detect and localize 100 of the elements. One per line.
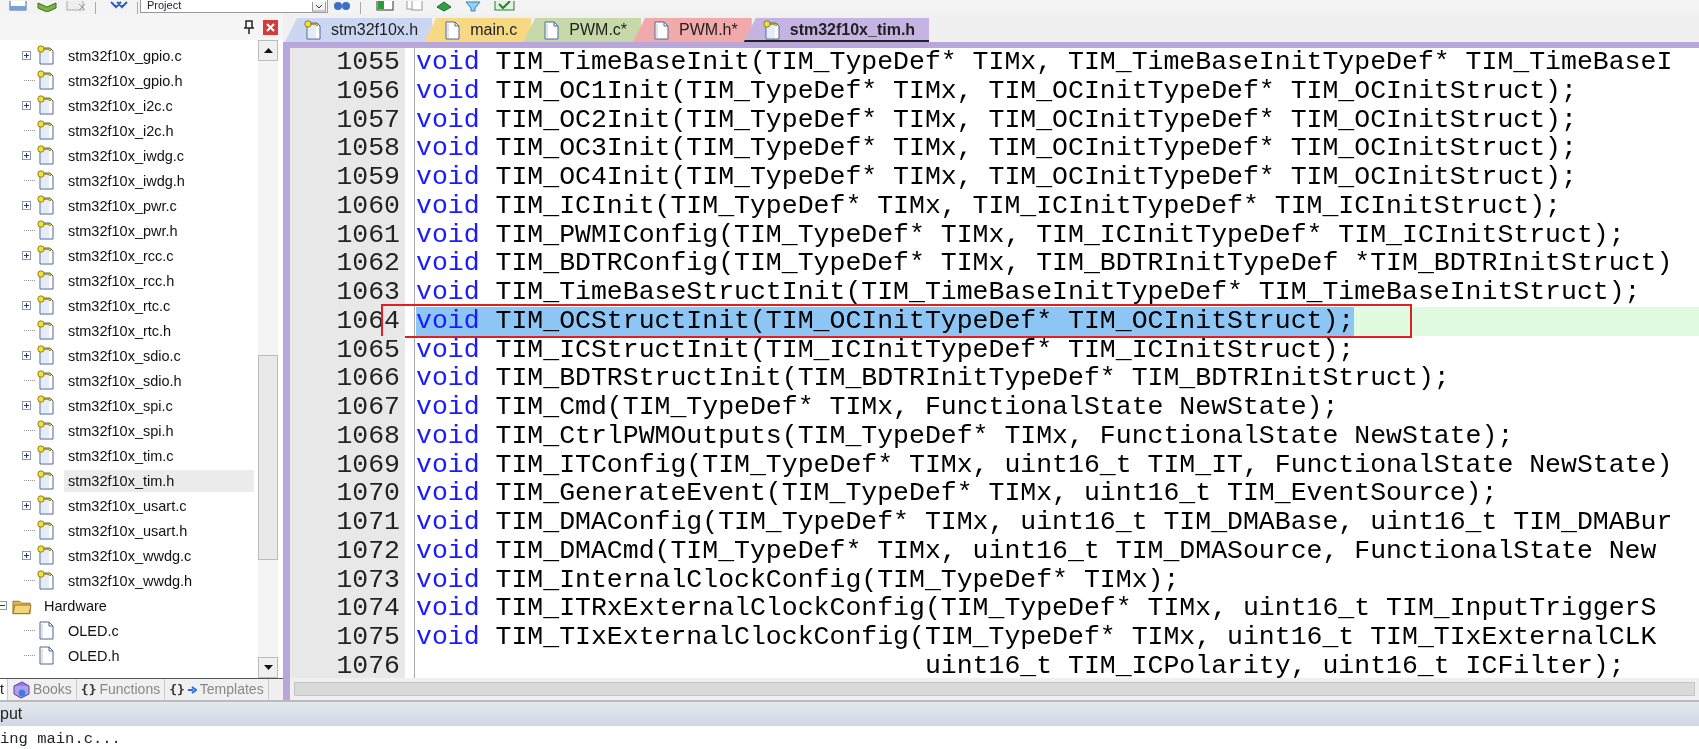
close-button[interactable] <box>263 19 278 35</box>
line-number: 1057 <box>290 105 405 135</box>
key-file-icon <box>36 370 56 391</box>
tree-item[interactable]: stm32f10x_gpio.h <box>64 69 187 92</box>
code-line: void TIM_TimeBaseStructInit(TIM_TimeBaseInitTypeDef* TIM_TimeBaseInitStruct); <box>416 278 1641 307</box>
tree-item[interactable]: stm32f10x_sdio.h <box>64 369 186 392</box>
editor-tab[interactable]: main.c <box>424 18 532 42</box>
tree-item[interactable]: OLED.h <box>64 644 124 667</box>
line-number: 1061 <box>290 220 405 250</box>
tree-item[interactable]: stm32f10x_rcc.c <box>64 244 178 267</box>
book-stack-icon[interactable] <box>37 1 58 12</box>
tree-item[interactable]: stm32f10x_rcc.h <box>64 269 179 292</box>
expand-icon[interactable] <box>22 201 31 210</box>
vertical-scrollbar[interactable] <box>258 40 278 678</box>
key-file-icon <box>36 570 56 591</box>
expand-icon[interactable] <box>22 251 31 260</box>
line-number: 1056 <box>290 76 405 106</box>
tree-item[interactable]: stm32f10x_spi.h <box>64 419 178 442</box>
panel-tab[interactable]: t <box>0 679 8 700</box>
line-number: 1063 <box>290 278 405 307</box>
tree-item[interactable]: Hardware <box>40 594 111 617</box>
file-icon <box>36 620 56 641</box>
project-select[interactable]: Project <box>140 0 328 13</box>
key-file-icon <box>36 195 56 216</box>
code-line: void TIM_OC1Init(TIM_TypeDef* TIMx, TIM_OCInitTypeDef* TIM_OCInitStruct); <box>416 76 1577 106</box>
expand-icon[interactable] <box>22 51 31 60</box>
code-line: void TIM_OC2Init(TIM_TypeDef* TIMx, TIM_OCInitTypeDef* TIM_OCInitStruct); <box>416 105 1577 135</box>
line-number: 1067 <box>290 393 405 422</box>
expand-icon[interactable] <box>22 101 31 110</box>
key-file-icon <box>36 520 56 541</box>
line-number: 1070 <box>290 479 405 508</box>
window-icon[interactable] <box>376 1 397 12</box>
code-line: void TIM_GenerateEvent(TIM_TypeDef* TIMx, uint16_t TIM_EventSource); <box>416 479 1498 508</box>
expand-icon[interactable] <box>22 151 31 160</box>
line-number: 1055 <box>290 48 405 77</box>
code-line: void TIM_TimeBaseInit(TIM_TypeDef* TIMx, TIM_TimeBaseInitTypeDef* TIM_TimeBaseI <box>416 48 1673 77</box>
tree-item[interactable]: stm32f10x_iwdg.c <box>64 144 189 167</box>
close-icon <box>266 22 275 32</box>
key-file-icon <box>36 145 56 166</box>
tree-item[interactable]: stm32f10x_pwr.h <box>64 219 182 242</box>
expand-icon[interactable] <box>22 301 31 310</box>
tree-item[interactable]: stm32f10x_rtc.h <box>64 319 176 342</box>
code-line: void TIM_DMACmd(TIM_TypeDef* TIMx, uint16_t TIM_DMASource, FunctionalState New <box>416 536 1657 566</box>
code-line: void TIM_CtrlPWMOutputs(TIM_TypeDef* TIMx, FunctionalState NewState); <box>416 421 1514 451</box>
book-icon <box>11 680 30 699</box>
code-line: void TIM_ITRxExternalClockConfig(TIM_TypeDef* TIMx, uint16_t TIM_InputTriggerS <box>416 594 1657 623</box>
line-number: 1076 <box>290 651 405 678</box>
key-file-icon <box>303 19 323 41</box>
tree-item[interactable]: stm32f10x_gpio.c <box>64 44 186 67</box>
key-file-icon <box>36 470 56 491</box>
editor-tab[interactable]: stm32f10x_tim.h <box>743 18 930 42</box>
key-file-icon <box>36 495 56 516</box>
expand-icon[interactable] <box>22 401 31 410</box>
tree-item[interactable]: stm32f10x_spi.c <box>64 394 177 417</box>
expand-icon[interactable] <box>22 451 31 460</box>
dropdown-arrow-icon[interactable] <box>312 2 326 12</box>
file-icon <box>442 19 463 41</box>
tree-item[interactable]: stm32f10x_usart.h <box>64 519 192 542</box>
expand-icon[interactable] <box>22 551 31 560</box>
scroll-down-icon[interactable] <box>263 665 273 670</box>
tree-item[interactable]: stm32f10x_wwdg.h <box>64 569 197 592</box>
tree-item[interactable]: stm32f10x_i2c.h <box>64 119 178 142</box>
tree-item[interactable]: stm32f10x_pwr.c <box>64 194 181 217</box>
code-line: void TIM_DMAConfig(TIM_TypeDef* TIMx, uint16_t TIM_DMABase, uint16_t TIM_DMABur <box>416 508 1673 537</box>
tree-item[interactable]: OLED.c <box>64 619 123 642</box>
tree-item[interactable]: stm32f10x_sdio.c <box>64 344 185 367</box>
scroll-up-icon[interactable] <box>263 48 273 53</box>
tree-item[interactable]: stm32f10x_tim.h <box>64 469 255 492</box>
editor-tab[interactable]: stm32f10x.h <box>285 18 433 42</box>
tree-item[interactable]: stm32f10x_wwdg.c <box>64 544 196 567</box>
tree-item[interactable]: stm32f10x_usart.c <box>64 494 191 517</box>
check-icon[interactable] <box>494 1 515 12</box>
key-file-icon <box>36 545 56 566</box>
code-line: void TIM_OC4Init(TIM_TypeDef* TIMx, TIM_OCInitTypeDef* TIM_OCInitStruct); <box>416 163 1577 192</box>
braces-icon: {} <box>169 679 185 700</box>
line-number: 1068 <box>290 421 405 451</box>
braces-icon: {} <box>80 679 97 700</box>
expand-icon[interactable] <box>22 351 31 360</box>
line-number: 1065 <box>290 335 405 365</box>
key-file-icon <box>36 220 56 241</box>
code-line: void TIM_ITConfig(TIM_TypeDef* TIMx, uint16_t TIM_IT, FunctionalState NewState) <box>416 450 1673 480</box>
horizontal-scrollbar[interactable] <box>290 678 1699 700</box>
collapse-icon[interactable] <box>0 601 7 610</box>
pin-icon[interactable] <box>243 20 255 34</box>
line-number: 1069 <box>290 450 405 480</box>
tree-item[interactable]: stm32f10x_i2c.c <box>64 94 177 117</box>
code-line: void TIM_BDTRStructInit(TIM_BDTRInitTypeDef* TIM_BDTRInitStruct); <box>416 364 1450 393</box>
tree-item[interactable]: stm32f10x_rtc.c <box>64 294 175 317</box>
tree-item[interactable]: stm32f10x_iwdg.h <box>64 169 189 192</box>
editor-tab[interactable]: PWM.h* <box>633 18 752 42</box>
window-icon[interactable] <box>9 1 30 12</box>
key-file-icon <box>36 70 56 91</box>
tree-item[interactable]: stm32f10x_tim.c <box>64 444 178 467</box>
expand-icon[interactable] <box>22 501 31 510</box>
arrow-icon <box>187 685 197 694</box>
code-line: void TIM_PWMIConfig(TIM_TypeDef* TIMx, TIM_ICInitTypeDef* TIM_ICInitStruct); <box>416 220 1625 250</box>
editor-tab[interactable]: PWM.c* <box>523 18 642 42</box>
code-line: void TIM_BDTRConfig(TIM_TypeDef* TIMx, TIM_BDTRInitTypeDef *TIM_BDTRInitStruct) <box>416 249 1673 278</box>
key-file-icon <box>36 395 56 416</box>
key-file-icon <box>36 270 56 291</box>
